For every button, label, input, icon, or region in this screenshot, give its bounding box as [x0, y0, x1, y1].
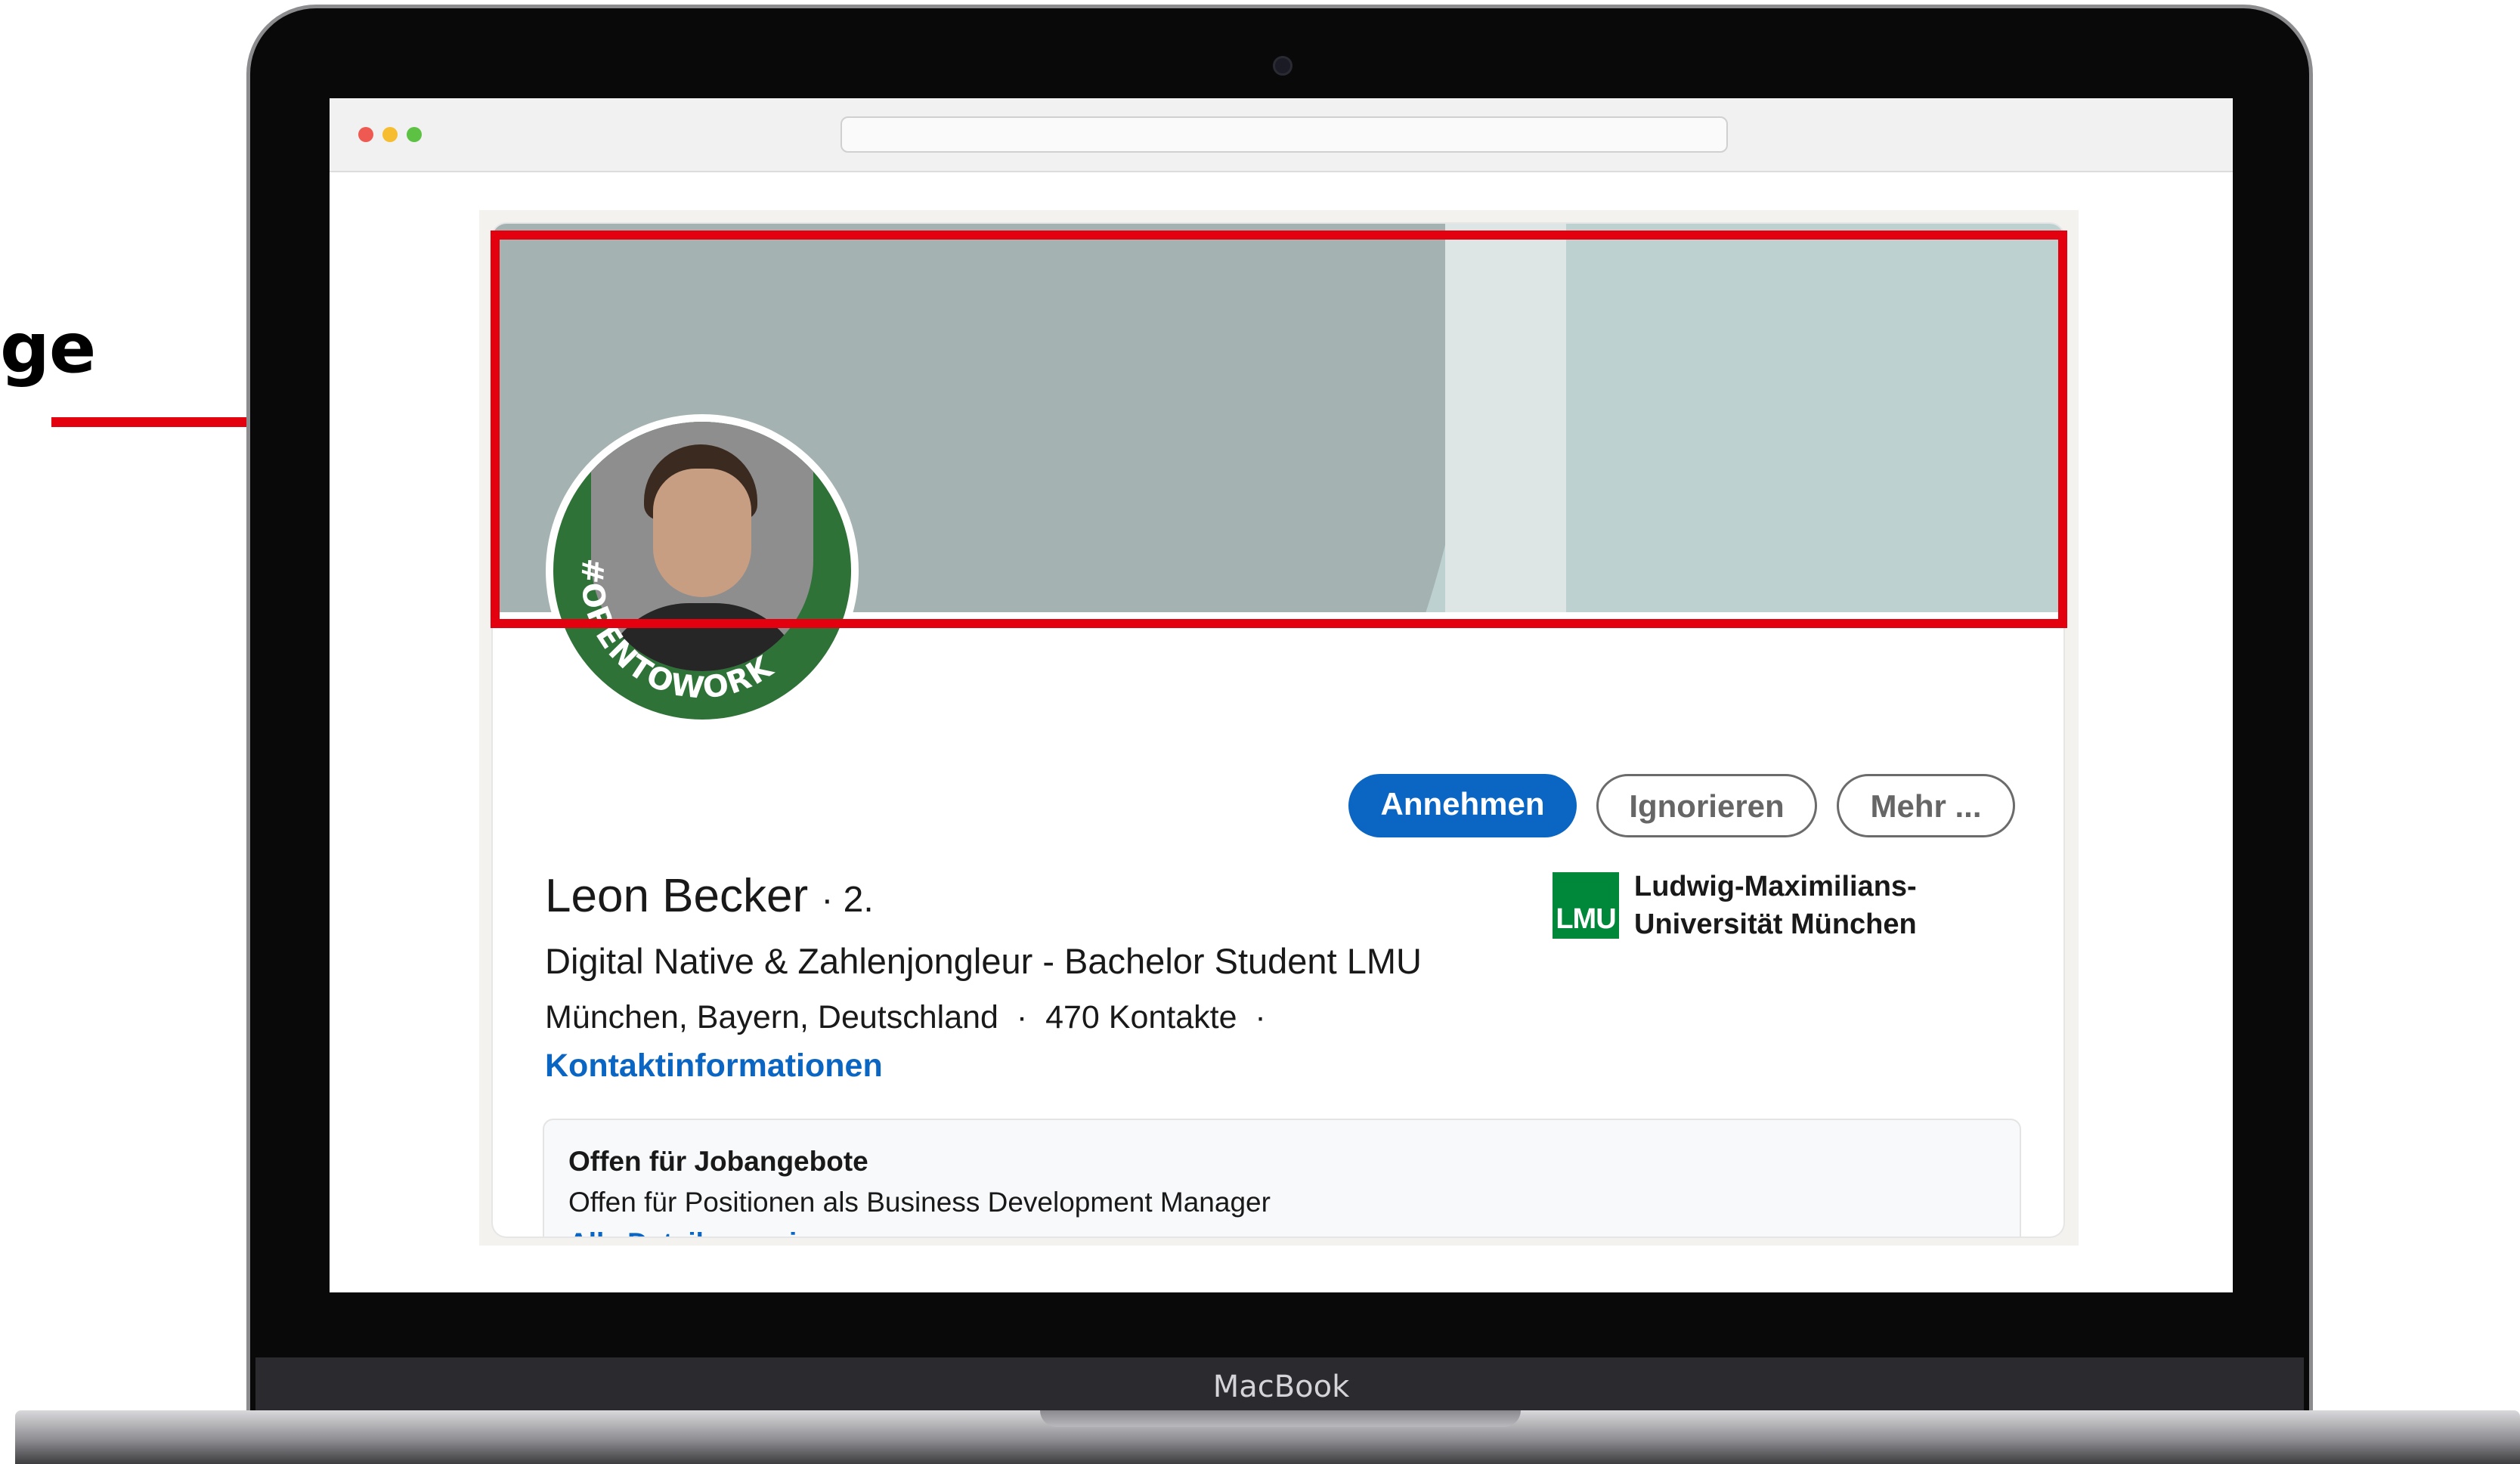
- separator-dot: ·: [1007, 999, 1046, 1035]
- profile-headline: Digital Native & Zahlenjongleur - Bachel…: [545, 941, 1422, 981]
- highlight-frame: [491, 231, 2067, 628]
- window-maximize-dot-icon[interactable]: [407, 127, 422, 142]
- address-bar[interactable]: [841, 116, 1728, 153]
- window-close-dot-icon[interactable]: [358, 127, 373, 142]
- device-label: MacBook: [1212, 1370, 1350, 1404]
- profile-location: München, Bayern, Deutschland: [545, 999, 998, 1035]
- browser-toolbar: [330, 98, 2233, 172]
- callout-label: ge: [0, 308, 96, 388]
- ignore-button[interactable]: Ignorieren: [1596, 774, 1817, 837]
- open-to-work-box: Offen für Jobangebote Offen für Position…: [543, 1119, 2021, 1237]
- accept-button[interactable]: Annehmen: [1348, 774, 1577, 837]
- profile-name-text: Leon Becker: [545, 870, 809, 922]
- profile-name: Leon Becker · 2.: [545, 869, 874, 923]
- window-minimize-dot-icon[interactable]: [382, 127, 398, 142]
- connections-count[interactable]: 470 Kontakte: [1045, 999, 1237, 1035]
- open-to-work-description: Offen für Positionen als Business Develo…: [568, 1187, 1271, 1218]
- contact-info-link[interactable]: Kontaktinformationen: [545, 1048, 883, 1085]
- open-to-work-details-link[interactable]: Alle Details anzeigen: [568, 1227, 847, 1237]
- school-logo-text: LMU: [1556, 903, 1616, 935]
- camera-icon: [1273, 56, 1293, 76]
- school-name-line2: Universität München: [1634, 908, 1917, 940]
- school-logo[interactable]: LMU: [1553, 872, 1619, 939]
- more-button[interactable]: Mehr ...: [1837, 774, 2015, 837]
- profile-location-line: München, Bayern, Deutschland · 470 Konta…: [545, 999, 1266, 1036]
- connection-degree: · 2.: [821, 880, 874, 920]
- laptop-notch: [1040, 1410, 1521, 1427]
- school-name-line1: Ludwig-Maximilians-: [1634, 871, 1917, 902]
- separator-dot-2: ·: [1246, 999, 1266, 1035]
- school-name[interactable]: Ludwig-Maximilians- Universität München: [1634, 868, 1952, 943]
- open-to-work-title: Offen für Jobangebote: [568, 1146, 868, 1177]
